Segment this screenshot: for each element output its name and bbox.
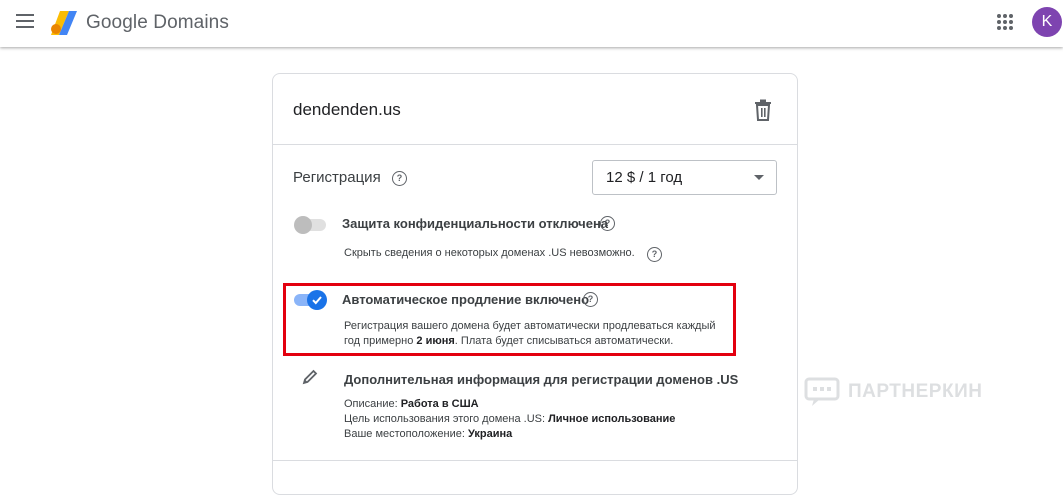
autorenew-highlight-frame <box>283 283 736 356</box>
brand-title[interactable]: Google Domains <box>86 12 229 34</box>
hamburger-menu-icon[interactable] <box>16 14 34 28</box>
privacy-note-help-icon[interactable]: ? <box>647 247 662 262</box>
registration-help-icon[interactable]: ? <box>392 171 407 186</box>
card-divider <box>273 460 797 461</box>
watermark-logo-icon <box>804 377 840 406</box>
partnerkin-watermark: ПАРТНЕРКИН <box>804 374 1014 410</box>
privacy-title: Защита конфиденциальности отключена <box>342 216 609 231</box>
pencil-edit-icon[interactable] <box>302 369 318 385</box>
avatar[interactable]: K <box>1032 7 1062 37</box>
registration-period-select[interactable]: 12 $ / 1 год <box>592 160 777 195</box>
top-app-bar: Google Domains K <box>0 0 1063 47</box>
privacy-toggle[interactable] <box>294 216 326 234</box>
registration-period-value: 12 $ / 1 год <box>606 169 683 186</box>
watermark-text: ПАРТНЕРКИН <box>848 381 983 402</box>
trash-icon[interactable] <box>753 99 773 121</box>
privacy-note: Скрыть сведения о некоторых доменах .US … <box>344 247 635 259</box>
registration-label: Регистрация <box>293 169 381 186</box>
us-info-title: Дополнительная информация для регистраци… <box>344 372 739 387</box>
apps-grid-icon[interactable] <box>997 14 1013 30</box>
google-domains-logo-icon[interactable] <box>50 9 78 37</box>
us-info-description: Описание: Работа в США Цель использовани… <box>344 398 676 440</box>
domain-name: dendenden.us <box>293 100 401 119</box>
dropdown-arrow-icon <box>754 175 764 180</box>
domain-card-header: dendenden.us <box>273 74 797 145</box>
privacy-help-icon[interactable]: ? <box>600 216 615 231</box>
